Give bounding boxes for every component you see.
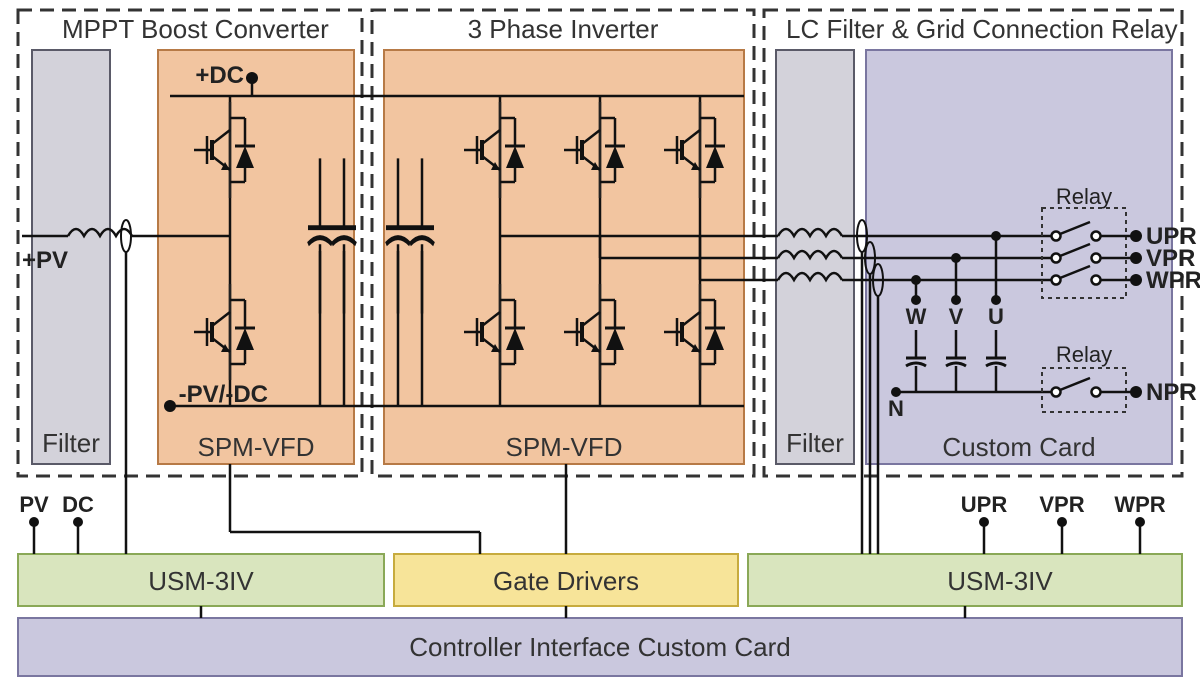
terminal-wpr: WPR (1146, 267, 1200, 294)
label-u: U (988, 304, 1004, 329)
section-title-mppt: MPPT Boost Converter (62, 14, 329, 44)
block-controller-card-label: Controller Interface Custom Card (409, 632, 790, 662)
block-filter-left-label: Filter (42, 428, 100, 458)
label-pv: PV (19, 492, 49, 517)
terminal-pv-plus: +PV (22, 247, 68, 274)
label-upr-sense: UPR (961, 492, 1008, 517)
terminal-npr: NPR (1146, 379, 1197, 406)
relay-3ph-label: Relay (1056, 184, 1112, 209)
relay-n-label: Relay (1056, 342, 1112, 367)
label-v: V (949, 304, 964, 329)
terminal-pvdc-minus-node (164, 400, 176, 412)
label-n: N (888, 396, 904, 421)
section-title-inverter: 3 Phase Inverter (468, 14, 659, 44)
current-sensor-pv (121, 220, 131, 252)
block-custom-card-label: Custom Card (942, 432, 1095, 462)
block-usm-left-label: USM-3IV (148, 566, 254, 596)
terminal-pvdc-minus: -PV/-DC (179, 381, 268, 408)
block-spm-right-label: SPM-VFD (506, 432, 623, 462)
label-vpr-sense: VPR (1039, 492, 1084, 517)
label-dc: DC (62, 492, 94, 517)
block-usm-right-label: USM-3IV (947, 566, 1053, 596)
label-w: W (906, 304, 927, 329)
section-title-lcfilter: LC Filter & Grid Connection Relay (786, 14, 1178, 44)
label-wpr-sense: WPR (1114, 492, 1165, 517)
block-spm-left-label: SPM-VFD (198, 432, 315, 462)
terminal-dc-plus: +DC (195, 62, 244, 89)
block-gate-drivers-label: Gate Drivers (493, 566, 639, 596)
block-filter-right-label: Filter (786, 428, 844, 458)
